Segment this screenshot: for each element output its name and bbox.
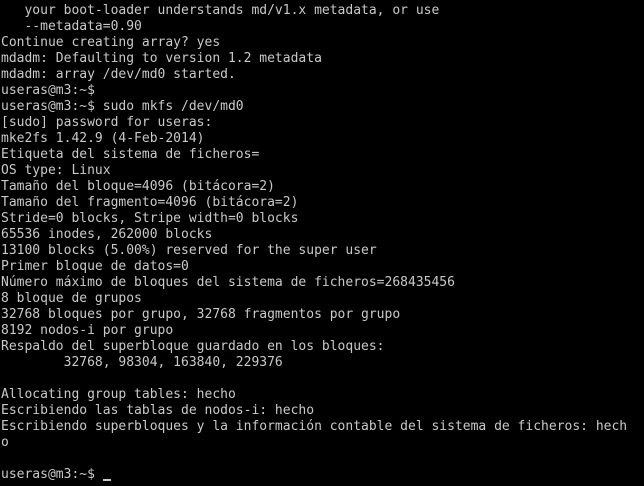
terminal-line: Escribiendo superbloques y la informació… <box>1 419 628 434</box>
terminal-line: 8 bloque de grupos <box>1 291 142 306</box>
terminal-line: Escribiendo las tablas de nodos-i: hecho <box>1 403 315 418</box>
terminal-line: 13100 blocks (5.00%) reserved for the su… <box>1 243 377 258</box>
terminal-line: Stride=0 blocks, Stripe width=0 blocks <box>1 211 299 226</box>
terminal-line: mke2fs 1.42.9 (4-Feb-2014) <box>1 131 205 146</box>
terminal-line: 65536 inodes, 262000 blocks <box>1 227 213 242</box>
terminal-line: mdadm: array /dev/md0 started. <box>1 67 236 82</box>
terminal-line: 32768, 98304, 163840, 229376 <box>1 355 283 370</box>
terminal-line: your boot-loader understands md/v1.x met… <box>1 3 440 18</box>
terminal-line: Etiqueta del sistema de ficheros= <box>1 147 260 162</box>
terminal-line: --metadata=0.90 <box>1 19 142 34</box>
terminal-line: OS type: Linux <box>1 163 111 178</box>
terminal-line: Respaldo del superbloque guardado en los… <box>1 339 385 354</box>
terminal-line: 8192 nodos-i por grupo <box>1 323 174 338</box>
command-prompt: useras@m3:~$ <box>1 467 95 482</box>
terminal-line: Continue creating array? yes <box>1 35 221 50</box>
terminal-line: useras@m3:~$ <box>1 83 95 98</box>
command-prompt-line[interactable]: useras@m3:~$ <box>1 467 644 483</box>
terminal-console[interactable]: your boot-loader understands md/v1.x met… <box>0 0 644 486</box>
terminal-line: o <box>1 435 9 450</box>
terminal-line: useras@m3:~$ sudo mkfs /dev/md0 <box>1 99 244 114</box>
terminal-line: Primer bloque de datos=0 <box>1 259 189 274</box>
terminal-line: Allocating group tables: hecho <box>1 387 236 402</box>
terminal-line: 32768 bloques por grupo, 32768 fragmento… <box>1 307 401 322</box>
terminal-line: Tamaño del bloque=4096 (bitácora=2) <box>1 179 275 194</box>
terminal-line: [sudo] password for useras: <box>1 115 213 130</box>
text-cursor <box>102 479 111 481</box>
terminal-line: mdadm: Defaulting to version 1.2 metadat… <box>1 51 322 66</box>
terminal-line: Número máximo de bloques del sistema de … <box>1 275 455 290</box>
terminal-line: Tamaño del fragmento=4096 (bitácora=2) <box>1 195 299 210</box>
